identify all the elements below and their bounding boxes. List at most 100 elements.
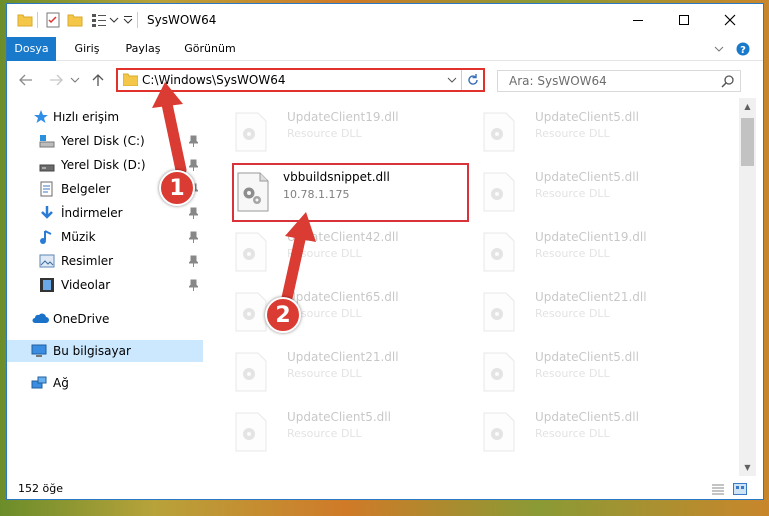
- file-name: UpdateClient5.dll: [287, 410, 391, 424]
- file-item[interactable]: UpdateClient19.dll Resource DLL: [467, 222, 705, 278]
- sidebar-item-onedrive[interactable]: OneDrive: [7, 308, 203, 330]
- dll-file-icon: [483, 112, 515, 152]
- file-description: Resource DLL: [287, 367, 362, 380]
- search-box[interactable]: Ara: SysWOW64: [497, 70, 741, 92]
- file-description: Resource DLL: [535, 187, 610, 200]
- minimize-button[interactable]: [615, 4, 661, 36]
- sidebar-item-network[interactable]: Ağ: [7, 372, 203, 394]
- file-item[interactable]: UpdateClient5.dll Resource DLL: [467, 402, 705, 458]
- sidebar-item-pictures[interactable]: Resimler: [7, 250, 203, 272]
- tab-view[interactable]: Görünüm: [179, 37, 241, 61]
- cloud-icon: [31, 312, 49, 328]
- sidebar-label: Videolar: [61, 278, 111, 292]
- dll-file-icon: [237, 172, 269, 212]
- sidebar-label: Hızlı erişim: [53, 110, 120, 124]
- chevron-down-icon[interactable]: [109, 14, 119, 30]
- tab-share[interactable]: Paylaş: [119, 37, 167, 61]
- file-name: UpdateClient65.dll: [287, 290, 399, 304]
- details-view-icon[interactable]: [711, 483, 725, 495]
- file-item[interactable]: UpdateClient5.dll Resource DLL: [467, 102, 705, 158]
- file-item[interactable]: UpdateClient5.dll Resource DLL: [219, 402, 457, 458]
- svg-text:?: ?: [740, 45, 746, 56]
- address-bar[interactable]: C:\Windows\SysWOW64: [116, 68, 485, 92]
- chevron-down-icon[interactable]: [445, 72, 459, 88]
- sidebar-item-music[interactable]: Müzik: [7, 226, 203, 248]
- sidebar-label: Ağ: [53, 376, 69, 390]
- file-item-selected[interactable]: vbbuildsnippet.dll 10.78.1.175: [219, 162, 457, 218]
- file-item[interactable]: UpdateClient5.dll Resource DLL: [467, 162, 705, 218]
- explorer-window: SysWOW64 Dosya Giriş Paylaş Görünüm ? C:…: [6, 3, 764, 500]
- videos-icon: [39, 277, 55, 293]
- sidebar-label: İndirmeler: [61, 206, 123, 220]
- pin-icon[interactable]: [187, 279, 200, 291]
- dll-file-icon: [483, 412, 515, 452]
- file-item[interactable]: UpdateClient21.dll Resource DLL: [467, 282, 705, 338]
- new-folder-icon[interactable]: [67, 12, 83, 28]
- file-name: UpdateClient21.dll: [287, 350, 399, 364]
- sidebar-label: Yerel Disk (D:): [61, 158, 146, 172]
- file-name: UpdateClient5.dll: [535, 170, 639, 184]
- file-name: UpdateClient42.dll: [287, 230, 399, 244]
- file-list: UpdateClient19.dll Resource DLL vbbuilds…: [207, 98, 739, 474]
- refresh-button[interactable]: [461, 70, 483, 90]
- pin-icon[interactable]: [187, 255, 200, 267]
- file-name: UpdateClient5.dll: [535, 110, 639, 124]
- navigation-bar: C:\Windows\SysWOW64 Ara: SysWOW64: [7, 62, 763, 98]
- file-name: UpdateClient5.dll: [535, 350, 639, 364]
- vertical-scrollbar[interactable]: ▲ ▼: [739, 98, 756, 476]
- file-description: Resource DLL: [287, 127, 362, 140]
- search-icon[interactable]: [721, 74, 735, 88]
- title-bar: SysWOW64: [7, 4, 763, 37]
- folder-icon: [17, 12, 33, 28]
- file-version: 10.78.1.175: [283, 188, 350, 201]
- up-button[interactable]: [89, 71, 107, 89]
- large-icons-view-icon[interactable]: [733, 483, 747, 495]
- scroll-thumb[interactable]: [741, 118, 754, 166]
- sidebar-label: Yerel Disk (C:): [61, 134, 145, 148]
- dll-file-icon: [483, 172, 515, 212]
- pin-icon[interactable]: [187, 231, 200, 243]
- status-bar: 152 öğe: [7, 478, 763, 499]
- sidebar-item-quick-access[interactable]: Hızlı erişim: [7, 106, 203, 128]
- file-item[interactable]: UpdateClient19.dll Resource DLL: [219, 102, 457, 158]
- sidebar-item-drive-c[interactable]: Yerel Disk (C:): [7, 130, 203, 152]
- divider: [137, 12, 138, 28]
- sidebar-item-this-pc[interactable]: Bu bilgisayar: [7, 340, 203, 362]
- search-placeholder[interactable]: Ara: SysWOW64: [509, 74, 607, 88]
- dll-file-icon: [483, 232, 515, 272]
- tab-home[interactable]: Giriş: [67, 37, 107, 61]
- file-name: UpdateClient21.dll: [535, 290, 647, 304]
- pin-icon[interactable]: [187, 159, 200, 171]
- properties-icon[interactable]: [45, 12, 61, 28]
- file-name: UpdateClient5.dll: [535, 410, 639, 424]
- file-item[interactable]: UpdateClient21.dll Resource DLL: [219, 342, 457, 398]
- back-button[interactable]: [17, 71, 35, 89]
- file-name: UpdateClient19.dll: [287, 110, 399, 124]
- scroll-down-arrow[interactable]: ▼: [739, 459, 756, 476]
- navigation-pane: Hızlı erişim Yerel Disk (C:) Yerel Disk …: [7, 104, 207, 476]
- help-icon[interactable]: ?: [736, 42, 750, 56]
- step-1-badge: 1: [159, 170, 195, 206]
- address-path[interactable]: C:\Windows\SysWOW64: [142, 73, 286, 87]
- dll-file-icon: [235, 352, 267, 392]
- tab-file[interactable]: Dosya: [7, 37, 56, 61]
- maximize-button[interactable]: [661, 4, 707, 36]
- sidebar-label: Bu bilgisayar: [53, 344, 131, 358]
- pin-icon[interactable]: [187, 207, 200, 219]
- item-count: 152 öğe: [18, 482, 63, 495]
- divider: [37, 12, 38, 28]
- forward-button[interactable]: [47, 71, 65, 89]
- scroll-up-arrow[interactable]: ▲: [739, 98, 756, 115]
- close-button[interactable]: [707, 4, 753, 36]
- file-description: Resource DLL: [535, 247, 610, 260]
- file-description: Resource DLL: [535, 127, 610, 140]
- recent-locations-button[interactable]: [69, 71, 81, 89]
- file-item[interactable]: UpdateClient5.dll Resource DLL: [467, 342, 705, 398]
- file-item[interactable]: UpdateClient42.dll Resource DLL: [219, 222, 457, 278]
- view-options-icon[interactable]: [91, 12, 107, 28]
- sidebar-item-videos[interactable]: Videolar: [7, 274, 203, 296]
- pin-icon[interactable]: [187, 135, 200, 147]
- file-item[interactable]: UpdateClient65.dll Resource DLL: [219, 282, 457, 338]
- expand-ribbon-icon[interactable]: [713, 43, 725, 55]
- customize-toolbar-icon[interactable]: [123, 14, 133, 30]
